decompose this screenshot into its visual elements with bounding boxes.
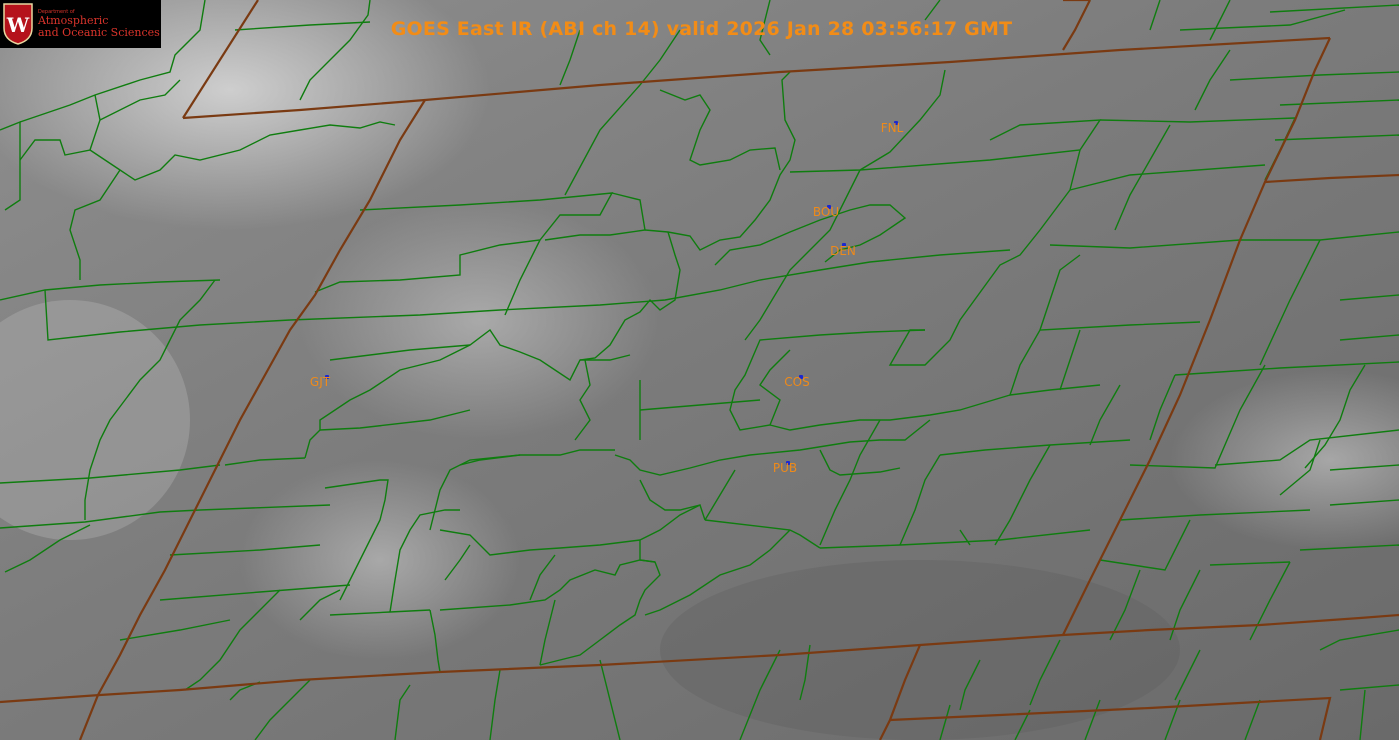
station-label-fnl: FNL bbox=[880, 121, 904, 135]
image-title: GOES East IR (ABI ch 14) valid 2026 Jan … bbox=[390, 18, 1013, 40]
station-label-pub: PUB bbox=[772, 461, 798, 475]
ir-satellite-image bbox=[0, 0, 1399, 740]
station-label-den: DEN bbox=[830, 244, 856, 258]
station-label-bou: BOU bbox=[812, 205, 840, 219]
station-label-cos: COS bbox=[784, 375, 810, 389]
satellite-map-view: W Department of Atmospheric and Oceanic … bbox=[0, 0, 1399, 740]
station-label-gjt: GJT bbox=[309, 375, 331, 389]
